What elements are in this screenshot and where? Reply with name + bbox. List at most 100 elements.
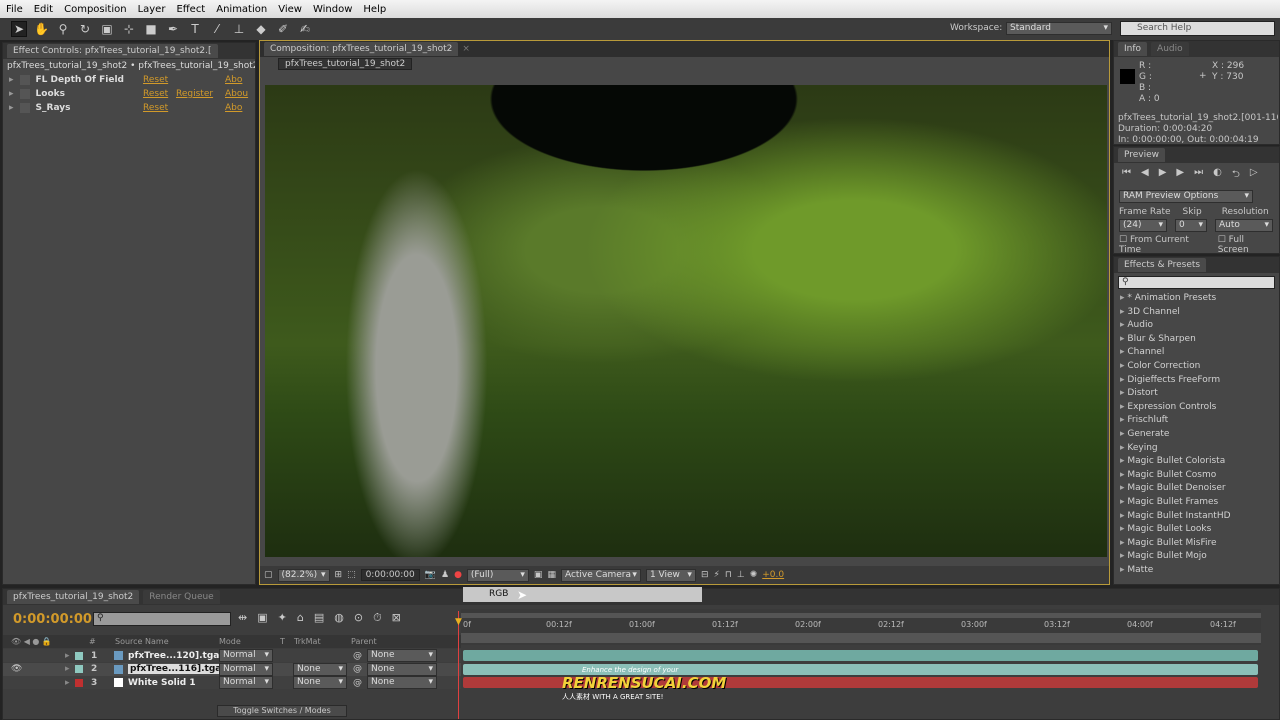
effect-category-item[interactable]: Distort [1114, 387, 1279, 401]
effects-presets-tab[interactable]: Effects & Presets [1118, 258, 1207, 272]
effect-category-item[interactable]: Magic Bullet Looks [1114, 523, 1279, 537]
menu-view[interactable]: View [278, 4, 302, 15]
roto-brush-tool-icon[interactable]: ✐ [276, 22, 290, 36]
effect-category-item[interactable]: Expression Controls [1114, 401, 1279, 415]
effect-category-item[interactable]: Keying [1114, 442, 1279, 456]
effect-row[interactable]: ▸ Looks Reset Register Abou [3, 87, 255, 101]
fast-previews-icon[interactable]: ⚡ [714, 570, 720, 580]
frame-blending-icon[interactable]: ▤ [314, 611, 324, 625]
from-current-time-checkbox[interactable]: ☐ From Current Time [1119, 235, 1208, 255]
expand-triangle-icon[interactable]: ▸ [65, 678, 70, 688]
comp-mini-flowchart-icon[interactable]: ⇹ [238, 611, 247, 625]
first-frame-icon[interactable]: ⏮ [1122, 167, 1131, 184]
about-link[interactable]: Abo [225, 103, 242, 113]
transparency-grid-icon[interactable]: ▦ [547, 570, 556, 580]
channel-icon[interactable]: ● [454, 570, 462, 580]
play-icon[interactable]: ▶ [1159, 167, 1167, 184]
expand-triangle-icon[interactable]: ▸ [65, 664, 70, 674]
brainstorm-icon[interactable]: ⊙ [354, 611, 363, 625]
viewer-image[interactable] [265, 85, 1107, 557]
effect-controls-tab[interactable]: Effect Controls: pfxTrees_tutorial_19_sh… [7, 44, 218, 58]
effect-row[interactable]: ▸ FL Depth Of Field Reset Abo [3, 73, 255, 87]
pan-behind-tool-icon[interactable]: ⊹ [122, 22, 136, 36]
audio-icon[interactable]: ◐ [1213, 167, 1222, 184]
magnification-icon[interactable]: ▢ [264, 570, 273, 580]
timeline-tab[interactable]: pfxTrees_tutorial_19_shot2 [7, 590, 140, 604]
text-tool-icon[interactable]: T [188, 22, 202, 36]
preview-resolution-select[interactable]: Auto [1215, 219, 1273, 232]
menu-effect[interactable]: Effect [176, 4, 205, 15]
pick-whip-icon[interactable]: @ [353, 664, 362, 674]
loop-icon[interactable]: ⮌ [1232, 167, 1240, 184]
region-of-interest-icon[interactable]: ▣ [534, 570, 543, 580]
about-link[interactable]: Abo [225, 75, 242, 85]
pen-tool-icon[interactable]: ✒ [166, 22, 180, 36]
current-time-field[interactable]: 0:00:00:00 [360, 569, 420, 581]
reset-link[interactable]: Reset [143, 75, 168, 85]
motion-blur-icon[interactable]: ◍ [334, 611, 344, 625]
preview-tab[interactable]: Preview [1118, 148, 1166, 162]
view-layout-select[interactable]: 1 View [645, 568, 696, 582]
ram-preview-select[interactable]: RAM Preview Options [1119, 190, 1253, 203]
puppet-tool-icon[interactable]: ✍ [298, 22, 312, 36]
col-source-name[interactable]: Source Name [115, 637, 169, 646]
effect-category-item[interactable]: Magic Bullet InstantHD [1114, 510, 1279, 524]
trkmat-select[interactable]: None [293, 676, 347, 689]
effect-category-item[interactable]: Magic Bullet Mojo [1114, 550, 1279, 564]
effect-category-item[interactable]: Color Correction [1114, 360, 1279, 374]
layer-duration-bar[interactable] [463, 650, 1258, 661]
reset-link[interactable]: Reset [143, 103, 168, 113]
expand-triangle-icon[interactable]: ▸ [9, 103, 14, 113]
effect-category-item[interactable]: Magic Bullet Denoiser [1114, 482, 1279, 496]
effect-category-item[interactable]: Magic Bullet MisFire [1114, 537, 1279, 551]
full-screen-checkbox[interactable]: ☐ Full Screen [1218, 235, 1274, 255]
effect-category-item[interactable]: Frischluft [1114, 414, 1279, 428]
pixel-aspect-icon[interactable]: ⊟ [701, 570, 709, 580]
effect-row[interactable]: ▸ S_Rays Reset Abo [3, 101, 255, 115]
expand-triangle-icon[interactable]: ▸ [65, 651, 70, 661]
effect-category-item[interactable]: Matte [1114, 564, 1279, 578]
reset-link[interactable]: Reset [143, 89, 168, 99]
auto-keyframe-icon[interactable]: ⏱ [373, 611, 382, 625]
exposure-icon[interactable]: ✺ [750, 570, 758, 580]
safe-zones-icon[interactable]: ⊞ [335, 570, 343, 580]
register-link[interactable]: Register [176, 89, 213, 99]
effect-category-item[interactable]: Blur & Sharpen [1114, 333, 1279, 347]
effect-category-item[interactable]: Generate [1114, 428, 1279, 442]
audio-tab[interactable]: Audio [1151, 42, 1189, 56]
label-color[interactable] [75, 665, 83, 673]
pick-whip-icon[interactable]: @ [353, 651, 362, 661]
layer-name[interactable]: pfxTree...120].tga [128, 651, 219, 661]
brush-tool-icon[interactable]: ⁄ [210, 22, 224, 36]
draft-3d-icon[interactable]: ✦ [278, 611, 287, 625]
timeline-search-input[interactable]: ⚲ [93, 612, 231, 626]
effect-category-item[interactable]: 3D Channel [1114, 306, 1279, 320]
effect-category-item[interactable]: * Animation Presets [1114, 292, 1279, 306]
effects-search-input[interactable]: ⚲ [1118, 276, 1275, 289]
toggle-switches-modes-button[interactable]: Toggle Switches / Modes [217, 705, 347, 717]
search-help-input[interactable]: Search Help [1120, 21, 1275, 36]
rectangle-tool-icon[interactable]: ■ [144, 22, 158, 36]
magnification-select[interactable]: (82.2%) [277, 568, 330, 582]
fx-toggle-checkbox[interactable] [19, 103, 30, 113]
parent-select[interactable]: None [367, 662, 437, 676]
menu-window[interactable]: Window [313, 4, 352, 15]
channel-menu-item-rgb[interactable]: RGB [463, 587, 702, 602]
workspace-select[interactable]: Standard [1006, 22, 1112, 35]
label-color[interactable] [75, 678, 83, 687]
last-frame-icon[interactable]: ⏭ [1194, 167, 1203, 184]
effect-category-item[interactable]: Digieffects FreeForm [1114, 374, 1279, 388]
current-time-indicator[interactable]: ▼ [455, 611, 464, 719]
about-link[interactable]: Abou [225, 89, 248, 99]
snapshot-icon[interactable]: 📷 [425, 570, 436, 580]
menu-composition[interactable]: Composition [64, 4, 126, 15]
clone-stamp-tool-icon[interactable]: ⊥ [232, 22, 246, 36]
blend-mode-select[interactable]: Normal [219, 662, 273, 676]
camera-tool-icon[interactable]: ▣ [100, 22, 114, 36]
time-ruler[interactable]: 0f 00:12f 01:00f 01:12f 02:00f 02:12f 03:00f 03… [461, 609, 1261, 645]
menu-layer[interactable]: Layer [138, 4, 166, 15]
parent-select[interactable]: None [367, 649, 437, 662]
composition-tab[interactable]: Composition: pfxTrees_tutorial_19_shot2 [264, 42, 459, 56]
menu-edit[interactable]: Edit [34, 4, 53, 15]
hide-shy-icon[interactable]: ⌂ [297, 611, 304, 625]
